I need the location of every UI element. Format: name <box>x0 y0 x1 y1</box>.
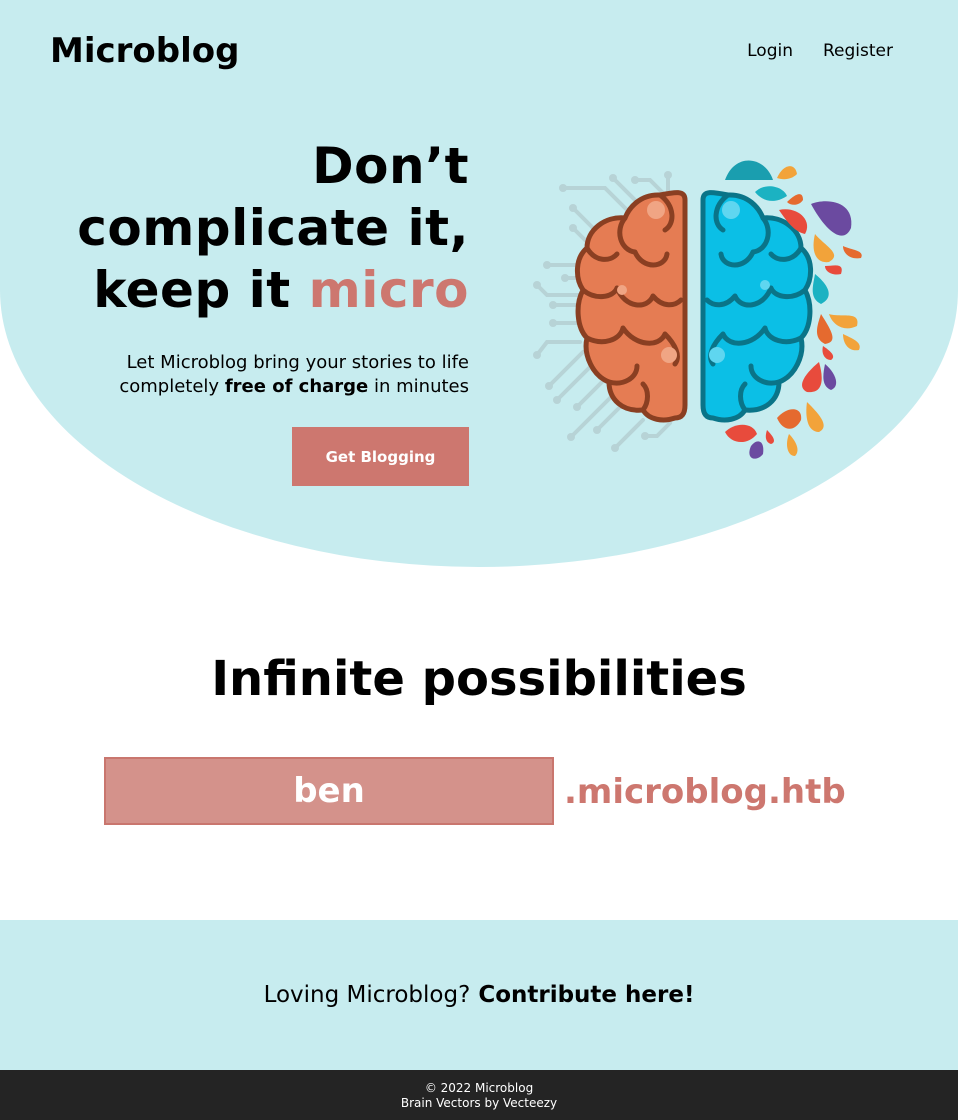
login-link[interactable]: Login <box>747 40 793 62</box>
hero-title-prefix: keep it <box>93 261 309 319</box>
hero-subtitle: Let Microblog bring your stories to life… <box>49 351 469 399</box>
domain-suffix: .microblog.htb <box>564 772 846 812</box>
brain-illustration <box>533 160 862 459</box>
contribute-band: Loving Microblog? Contribute here! <box>0 920 958 1070</box>
hero-subtitle-bold: free of charge <box>224 376 369 397</box>
footer-copyright: © 2022 Microblog <box>424 1081 534 1095</box>
footer-credit[interactable]: Brain Vectors by Vecteezy <box>0 1096 958 1111</box>
possibilities-title: Infinite possibilities <box>211 651 747 707</box>
register-link[interactable]: Register <box>823 40 893 62</box>
hero-title-line-3: keep it micro <box>49 259 469 321</box>
hero-title-accent: micro <box>308 261 469 319</box>
contribute-text: Loving Microblog? <box>263 982 471 1008</box>
page: Microblog Login Register Don’t complicat… <box>0 0 958 1120</box>
subdomain-input[interactable] <box>104 757 554 825</box>
brain-left-hemisphere <box>575 190 688 423</box>
hero-subtitle-tail: in minutes <box>368 376 469 397</box>
hero-subtitle-lead: completely <box>119 376 225 397</box>
contribute-link[interactable]: Contribute here! <box>478 982 694 1008</box>
get-blogging-button[interactable]: Get Blogging <box>292 427 469 486</box>
footer: © 2022 Microblog Brain Vectors by Vectee… <box>0 1070 958 1120</box>
brand-logo[interactable]: Microblog <box>50 30 239 72</box>
hero-subtitle-line-2: completely free of charge in minutes <box>49 375 469 399</box>
hero-text: Don’t complicate it, keep it micro Let M… <box>49 135 469 399</box>
hero-title: Don’t complicate it, keep it micro <box>49 135 469 321</box>
hero-title-line-1: Don’t <box>312 137 469 195</box>
top-nav: Login Register <box>747 40 893 62</box>
hero-subtitle-line-1: Let Microblog bring your stories to life <box>126 352 469 373</box>
hero-title-line-2: complicate it, <box>77 199 469 257</box>
